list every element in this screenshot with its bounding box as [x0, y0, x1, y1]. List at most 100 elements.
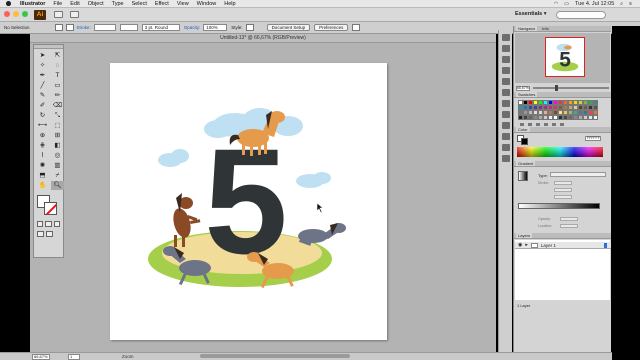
opacity-label[interactable]: Opacity:	[184, 25, 201, 30]
navigator-zoom-field[interactable]: 66,67%	[516, 85, 530, 91]
layer-row[interactable]: ◉ ▸ Layer 1	[515, 242, 611, 249]
screen-mode-icon[interactable]	[46, 231, 53, 237]
color-guide-icon[interactable]	[501, 34, 510, 41]
menu-clock[interactable]: Tue 4. Jul 12:05	[575, 1, 614, 7]
gradient-tool-icon[interactable]: ◧	[51, 141, 64, 150]
symbol-sprayer-tool-icon[interactable]: ✺	[36, 161, 49, 170]
menu-effect[interactable]: Effect	[155, 1, 169, 7]
graphic-styles-icon[interactable]	[501, 78, 510, 85]
rectangle-tool-icon[interactable]: ▭	[51, 81, 64, 90]
symbols-icon[interactable]	[501, 67, 510, 74]
stroke-color-box[interactable]	[44, 202, 57, 215]
rotate-tool-icon[interactable]: ↻	[36, 111, 49, 120]
hand-tool-icon[interactable]: ✋	[36, 181, 49, 190]
menu-app-name[interactable]: Illustrator	[20, 1, 45, 7]
libraries-icon[interactable]	[501, 45, 510, 52]
type-tool-icon[interactable]: T	[51, 71, 64, 80]
new-color-group-icon[interactable]	[544, 122, 548, 126]
appearance-icon[interactable]	[501, 89, 510, 96]
gradient-swatch[interactable]	[518, 171, 528, 181]
swatch-library-icon[interactable]	[520, 122, 524, 126]
graph-tool-icon[interactable]: ▥	[51, 161, 64, 170]
pathfinder-icon[interactable]	[501, 122, 510, 129]
tab-navigator[interactable]: Navigator	[516, 26, 538, 31]
menu-file[interactable]: File	[53, 1, 62, 7]
menu-type[interactable]: Type	[112, 1, 124, 7]
show-kinds-icon[interactable]	[528, 122, 532, 126]
stroke-weight-field[interactable]	[93, 24, 116, 31]
stroke-label[interactable]: Stroke:	[77, 25, 91, 30]
battery-icon[interactable]: ▭	[564, 1, 569, 7]
zoom-tool-icon[interactable]: 🔍︎	[51, 181, 64, 190]
document-tab[interactable]: Untitled-13* @ 66,67% (RGB/Preview)	[30, 34, 496, 43]
eraser-tool-icon[interactable]: ⌫	[51, 101, 64, 110]
blend-tool-icon[interactable]: ◎	[51, 151, 64, 160]
pen-tool-icon[interactable]: ✒	[36, 71, 49, 80]
pencil-tool-icon[interactable]: ✏	[51, 91, 64, 100]
gradient-slider[interactable]	[518, 203, 600, 209]
eyedropper-tool-icon[interactable]: ⌇	[36, 151, 49, 160]
scale-tool-icon[interactable]: ⤡	[51, 111, 64, 120]
artboard-number-field[interactable]: 1	[68, 353, 80, 360]
navigator-preview[interactable]: 5	[515, 33, 610, 83]
current-tool-status[interactable]: Zoom	[122, 354, 134, 359]
search-icon[interactable]: ⌕	[620, 1, 623, 7]
direct-selection-tool-icon[interactable]: ⇱	[51, 51, 64, 60]
navigator-zoom-thumb[interactable]	[555, 85, 558, 91]
menu-select[interactable]: Select	[132, 1, 147, 7]
arrange-documents-icon[interactable]	[70, 11, 79, 18]
layer-name[interactable]: Layer 1	[541, 243, 556, 248]
transform-icon[interactable]	[501, 111, 510, 118]
color-mode-icon[interactable]	[37, 221, 44, 227]
swatch-options-icon[interactable]	[536, 122, 540, 126]
new-swatch-icon[interactable]	[552, 122, 556, 126]
paintbrush-tool-icon[interactable]: ✎	[36, 91, 49, 100]
search-input[interactable]	[556, 11, 606, 19]
minimize-window-button[interactable]	[13, 11, 19, 17]
none-mode-icon[interactable]	[53, 221, 60, 227]
align-icon[interactable]	[501, 100, 510, 107]
stroke-panel-icon[interactable]	[501, 144, 510, 151]
tab-info[interactable]: Info	[540, 26, 551, 31]
document-setup-button[interactable]: Document Setup	[266, 24, 311, 31]
width-tool-icon[interactable]: ⟷	[36, 121, 49, 130]
tab-color[interactable]: Color	[516, 127, 530, 132]
opacity-field[interactable]: 100%	[203, 24, 228, 31]
artboard-tool-icon[interactable]: ⬒	[36, 171, 49, 180]
horizontal-scrollbar[interactable]	[200, 354, 350, 358]
expand-arrow-icon[interactable]: ▸	[525, 242, 528, 248]
zoom-level-field[interactable]: 66,67%	[32, 353, 50, 360]
transparency-icon[interactable]	[501, 155, 510, 162]
workspace-switcher[interactable]: Essentials	[515, 11, 547, 17]
wifi-icon[interactable]: ◠	[554, 1, 558, 7]
slice-tool-icon[interactable]: ⌿	[51, 171, 64, 180]
lasso-tool-icon[interactable]: ◌	[51, 61, 64, 70]
hex-field[interactable]: FFFFFF	[585, 136, 601, 141]
bridge-icon[interactable]	[54, 11, 63, 18]
stroke-swatch[interactable]	[65, 24, 74, 31]
menu-object[interactable]: Object	[88, 1, 104, 7]
menu-view[interactable]: View	[177, 1, 189, 7]
brushes-icon[interactable]	[501, 56, 510, 63]
gradient-stroke-field[interactable]	[554, 181, 572, 185]
menu-help[interactable]: Help	[224, 1, 235, 7]
arrange-icon[interactable]	[352, 24, 361, 31]
color-spectrum[interactable]	[517, 147, 603, 157]
color-swatch[interactable]	[593, 115, 598, 120]
tab-gradient[interactable]: Gradient	[516, 161, 536, 166]
perspective-grid-tool-icon[interactable]: ⊞	[51, 131, 64, 140]
mesh-tool-icon[interactable]: ⋕	[36, 141, 49, 150]
blob-brush-tool-icon[interactable]: ✐	[36, 101, 49, 110]
apple-icon[interactable]	[6, 1, 11, 6]
shape-builder-tool-icon[interactable]: ⊕	[36, 131, 49, 140]
graphic-style-swatch[interactable]	[245, 24, 254, 31]
number-five-illustration[interactable]: 5	[110, 63, 387, 340]
tab-swatches[interactable]: Swatches	[516, 92, 538, 97]
tab-layers[interactable]: Layers	[516, 233, 533, 238]
zoom-window-button[interactable]	[22, 11, 28, 17]
gradient-location-field[interactable]	[560, 224, 578, 228]
gradient-angle-field[interactable]	[554, 188, 572, 192]
line-tool-icon[interactable]: ╱	[36, 81, 49, 90]
character-icon[interactable]	[501, 133, 510, 140]
navigator-zoom-slider[interactable]	[533, 85, 609, 91]
